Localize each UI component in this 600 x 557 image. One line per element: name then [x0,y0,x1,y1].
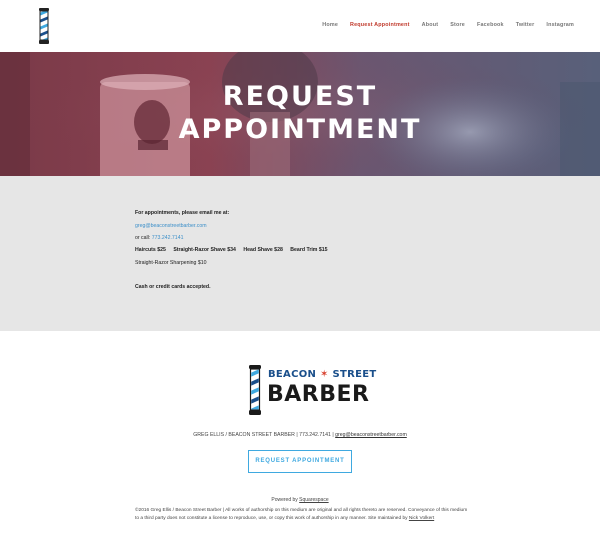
star-icon: ✶ [320,369,329,380]
footer-contact-sep2: | [332,432,334,438]
phone-link[interactable]: 773.242.7141 [152,235,184,241]
email-link[interactable]: greg@beaconstreetbarber.com [135,223,207,229]
brand-word-beacon: BEACON [268,369,317,380]
main-nav: Home Request Appointment About Store Fac… [310,22,574,28]
legal-notice: ©2016 Greg Ellis / Beacon Street Barber … [135,507,469,523]
price-head-shave: Head Shave $28 [243,247,283,253]
nav-facebook[interactable]: Facebook [477,22,504,28]
brand-word-street: STREET [332,369,377,380]
price-list: Haircuts $25 Straight-Razor Shave $34 He… [135,247,328,253]
nav-store[interactable]: Store [450,22,465,28]
call-line: or call: 773.242.7141 [135,235,183,241]
hero-banner: REQUEST APPOINTMENT [0,52,600,176]
site-footer: BEACON ✶ STREET BARBER GREG ELLIS / BEAC… [0,331,600,557]
barber-pole-icon [249,365,261,415]
barber-pole-logo-icon[interactable] [37,8,51,44]
appointment-info-section: For appointments, please email me at: gr… [0,176,600,331]
nav-home[interactable]: Home [322,22,338,28]
footer-contact-name: GREG ELLIS / BEACON STREET BARBER [193,432,295,438]
maintainer-link[interactable]: Nick Volkert [409,516,434,521]
page-title: REQUEST APPOINTMENT [0,80,600,146]
footer-contact-sep: | [296,432,298,438]
price-shave: Straight-Razor Shave $34 [173,247,236,253]
price-beard-trim: Beard Trim $15 [290,247,328,253]
brand-logo[interactable]: BEACON ✶ STREET BARBER [248,365,376,415]
price-haircuts: Haircuts $25 [135,247,166,253]
footer-contact: GREG ELLIS / BEACON STREET BARBER | 773.… [0,432,600,438]
squarespace-link[interactable]: Squarespace [299,497,328,503]
nav-instagram[interactable]: Instagram [546,22,574,28]
price-sharpening: Straight-Razor Sharpening $10 [135,260,207,266]
footer-contact-phone: 773.242.7141 [299,432,331,438]
call-prefix: or call: [135,235,151,241]
powered-by-prefix: Powered by [271,497,298,503]
brand-top-text: BEACON ✶ STREET [268,369,377,380]
site-header: Home Request Appointment About Store Fac… [0,0,600,52]
page-title-line2: APPOINTMENT [178,114,422,145]
brand-word-barber: BARBER [267,382,370,407]
payment-note: Cash or credit cards accepted. [135,284,211,290]
nav-twitter[interactable]: Twitter [516,22,535,28]
request-appointment-button[interactable]: REQUEST APPOINTMENT [248,450,352,473]
page-title-line1: REQUEST [222,81,378,112]
nav-about[interactable]: About [422,22,439,28]
intro-text: For appointments, please email me at: [135,210,230,216]
footer-email-link[interactable]: greg@beaconstreetbarber.com [335,432,407,438]
powered-by: Powered by Squarespace [0,497,600,503]
nav-request-appointment[interactable]: Request Appointment [350,22,410,28]
